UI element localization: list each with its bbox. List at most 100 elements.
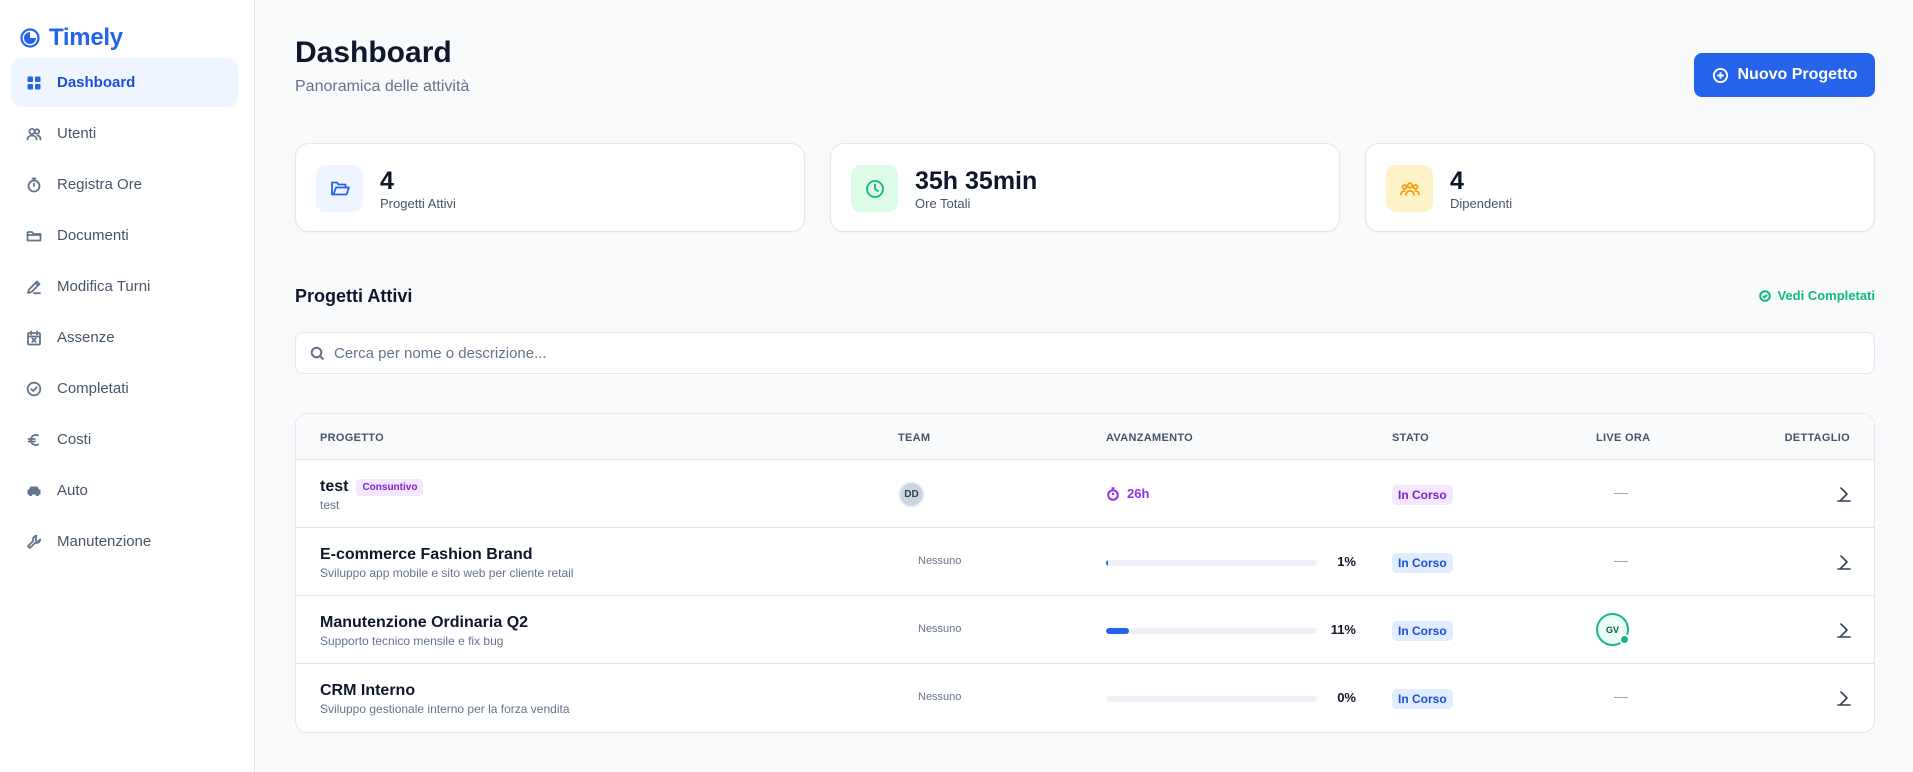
project-description: Sviluppo app mobile e sito web per clien… bbox=[320, 566, 574, 580]
sidebar-item-label: Utenti bbox=[57, 125, 97, 142]
avatar[interactable]: DD bbox=[898, 481, 925, 508]
column-header-project: PROGETTO bbox=[320, 432, 384, 444]
project-description: Supporto tecnico mensile e fix bug bbox=[320, 634, 504, 648]
project-tag: Consuntivo bbox=[356, 478, 424, 496]
table-row[interactable]: E-commerce Fashion Brand Sviluppo app mo… bbox=[296, 528, 1874, 596]
column-header-status: STATO bbox=[1392, 432, 1429, 444]
sidebar-item-utenti[interactable]: Utenti bbox=[11, 109, 238, 158]
stat-label: Progetti Attivi bbox=[380, 196, 456, 211]
chevron-right-icon[interactable] bbox=[1835, 485, 1853, 503]
live-empty: — bbox=[1614, 552, 1628, 568]
new-project-button[interactable]: Nuovo Progetto bbox=[1694, 53, 1875, 97]
project-description: test bbox=[320, 498, 340, 512]
sidebar-item-auto[interactable]: Auto bbox=[11, 466, 238, 515]
progress-bar bbox=[1106, 560, 1317, 566]
progress-bar-fill bbox=[1106, 560, 1109, 566]
team-empty: Nessuno bbox=[918, 623, 962, 635]
grid-icon bbox=[25, 74, 43, 92]
sidebar-item-registra-ore[interactable]: Registra Ore bbox=[11, 160, 238, 209]
progress-percent: 1% bbox=[1337, 554, 1356, 569]
check-circle-icon bbox=[1759, 289, 1772, 302]
live-user-avatar[interactable]: GV bbox=[1596, 613, 1630, 646]
sidebar-item-label: Registra Ore bbox=[57, 176, 143, 193]
column-header-detail: DETTAGLIO bbox=[1784, 432, 1850, 444]
project-name-text: Manutenzione Ordinaria Q2 bbox=[320, 614, 529, 631]
table-row[interactable]: test Consuntivo test DD 26h In Corso — bbox=[296, 460, 1874, 528]
stat-card-total-hours: 35h 35min Ore Totali bbox=[830, 143, 1340, 232]
team-empty: Nessuno bbox=[918, 555, 962, 567]
status-badge: In Corso bbox=[1392, 485, 1453, 505]
car-icon bbox=[25, 482, 43, 500]
project-name-text: CRM Interno bbox=[320, 682, 416, 699]
sidebar-item-label: Costi bbox=[57, 431, 92, 448]
euro-icon bbox=[25, 431, 43, 449]
column-header-live: LIVE ORA bbox=[1596, 432, 1651, 444]
status-badge: In Corso bbox=[1392, 553, 1453, 573]
stopwatch-icon bbox=[1107, 486, 1119, 501]
status-badge: In Corso bbox=[1392, 621, 1453, 641]
pencil-icon bbox=[25, 278, 43, 296]
page-title: Dashboard bbox=[295, 36, 452, 69]
sidebar-item-label: Assenze bbox=[57, 329, 115, 346]
sidebar-item-assenze[interactable]: Assenze bbox=[11, 313, 238, 362]
users-icon bbox=[25, 125, 43, 143]
sidebar-item-documenti[interactable]: Documenti bbox=[11, 211, 238, 260]
check-circle-icon bbox=[25, 380, 43, 398]
sidebar-item-modifica-turni[interactable]: Modifica Turni bbox=[11, 262, 238, 311]
stat-card-employees: 4 Dipendenti bbox=[1365, 143, 1875, 232]
project-name: E-commerce Fashion Brand bbox=[320, 546, 533, 564]
table-row[interactable]: CRM Interno Sviluppo gestionale interno … bbox=[296, 664, 1874, 732]
project-name: test Consuntivo bbox=[320, 478, 424, 496]
sidebar: Timely Dashboard Utenti Registra Ore Doc… bbox=[0, 0, 255, 772]
sidebar-item-label: Documenti bbox=[57, 227, 129, 244]
clock-icon bbox=[851, 165, 898, 212]
sidebar-item-completati[interactable]: Completati bbox=[11, 364, 238, 413]
sidebar-item-label: Manutenzione bbox=[57, 533, 152, 550]
search-bar bbox=[295, 332, 1875, 374]
folder-icon bbox=[25, 227, 43, 245]
stat-card-active-projects: 4 Progetti Attivi bbox=[295, 143, 805, 232]
online-dot bbox=[1619, 634, 1630, 645]
sidebar-item-dashboard[interactable]: Dashboard bbox=[11, 58, 238, 107]
app-name: Timely bbox=[49, 24, 123, 51]
wrench-icon bbox=[25, 533, 43, 551]
see-completed-link[interactable]: Vedi Completati bbox=[1759, 288, 1875, 303]
progress-bar bbox=[1106, 628, 1317, 634]
team-empty: Nessuno bbox=[918, 691, 962, 703]
live-empty: — bbox=[1614, 484, 1628, 500]
stat-value: 4 bbox=[1450, 167, 1464, 195]
project-name: CRM Interno bbox=[320, 682, 415, 700]
search-input[interactable] bbox=[334, 333, 1854, 373]
project-name: Manutenzione Ordinaria Q2 bbox=[320, 614, 528, 632]
sidebar-item-manutenzione[interactable]: Manutenzione bbox=[11, 517, 238, 566]
project-name-text: test bbox=[320, 478, 349, 495]
table-row[interactable]: Manutenzione Ordinaria Q2 Supporto tecni… bbox=[296, 596, 1874, 664]
progress-percent: 11% bbox=[1330, 622, 1356, 637]
live-user-initials: GV bbox=[1605, 624, 1619, 635]
search-icon bbox=[310, 346, 325, 361]
folder-open-icon bbox=[316, 165, 363, 212]
calendar-x-icon bbox=[25, 329, 43, 347]
sidebar-item-label: Modifica Turni bbox=[57, 278, 151, 295]
sidebar-item-label: Completati bbox=[57, 380, 129, 397]
stat-label: Dipendenti bbox=[1450, 196, 1513, 211]
stat-label: Ore Totali bbox=[915, 196, 971, 211]
chevron-right-icon[interactable] bbox=[1835, 553, 1853, 571]
stat-value: 4 bbox=[380, 167, 394, 195]
column-header-progress: AVANZAMENTO bbox=[1106, 432, 1194, 444]
sidebar-nav: Dashboard Utenti Registra Ore Documenti … bbox=[11, 58, 238, 568]
plus-circle-icon bbox=[1712, 67, 1728, 83]
table-header: PROGETTO TEAM AVANZAMENTO STATO LIVE ORA… bbox=[296, 414, 1874, 460]
project-description: Sviluppo gestionale interno per la forza… bbox=[320, 702, 570, 716]
stat-value: 35h 35min bbox=[915, 167, 1038, 195]
column-header-team: TEAM bbox=[898, 432, 931, 444]
progress-bar bbox=[1106, 696, 1317, 702]
chevron-right-icon[interactable] bbox=[1835, 689, 1853, 707]
new-project-label: Nuovo Progetto bbox=[1737, 66, 1858, 83]
page-subtitle: Panoramica delle attività bbox=[295, 78, 470, 95]
brand[interactable]: Timely bbox=[20, 24, 123, 52]
sidebar-item-costi[interactable]: Costi bbox=[11, 415, 238, 464]
progress-percent: 0% bbox=[1337, 690, 1356, 705]
chevron-right-icon[interactable] bbox=[1835, 621, 1853, 639]
section-title: Progetti Attivi bbox=[295, 286, 413, 306]
